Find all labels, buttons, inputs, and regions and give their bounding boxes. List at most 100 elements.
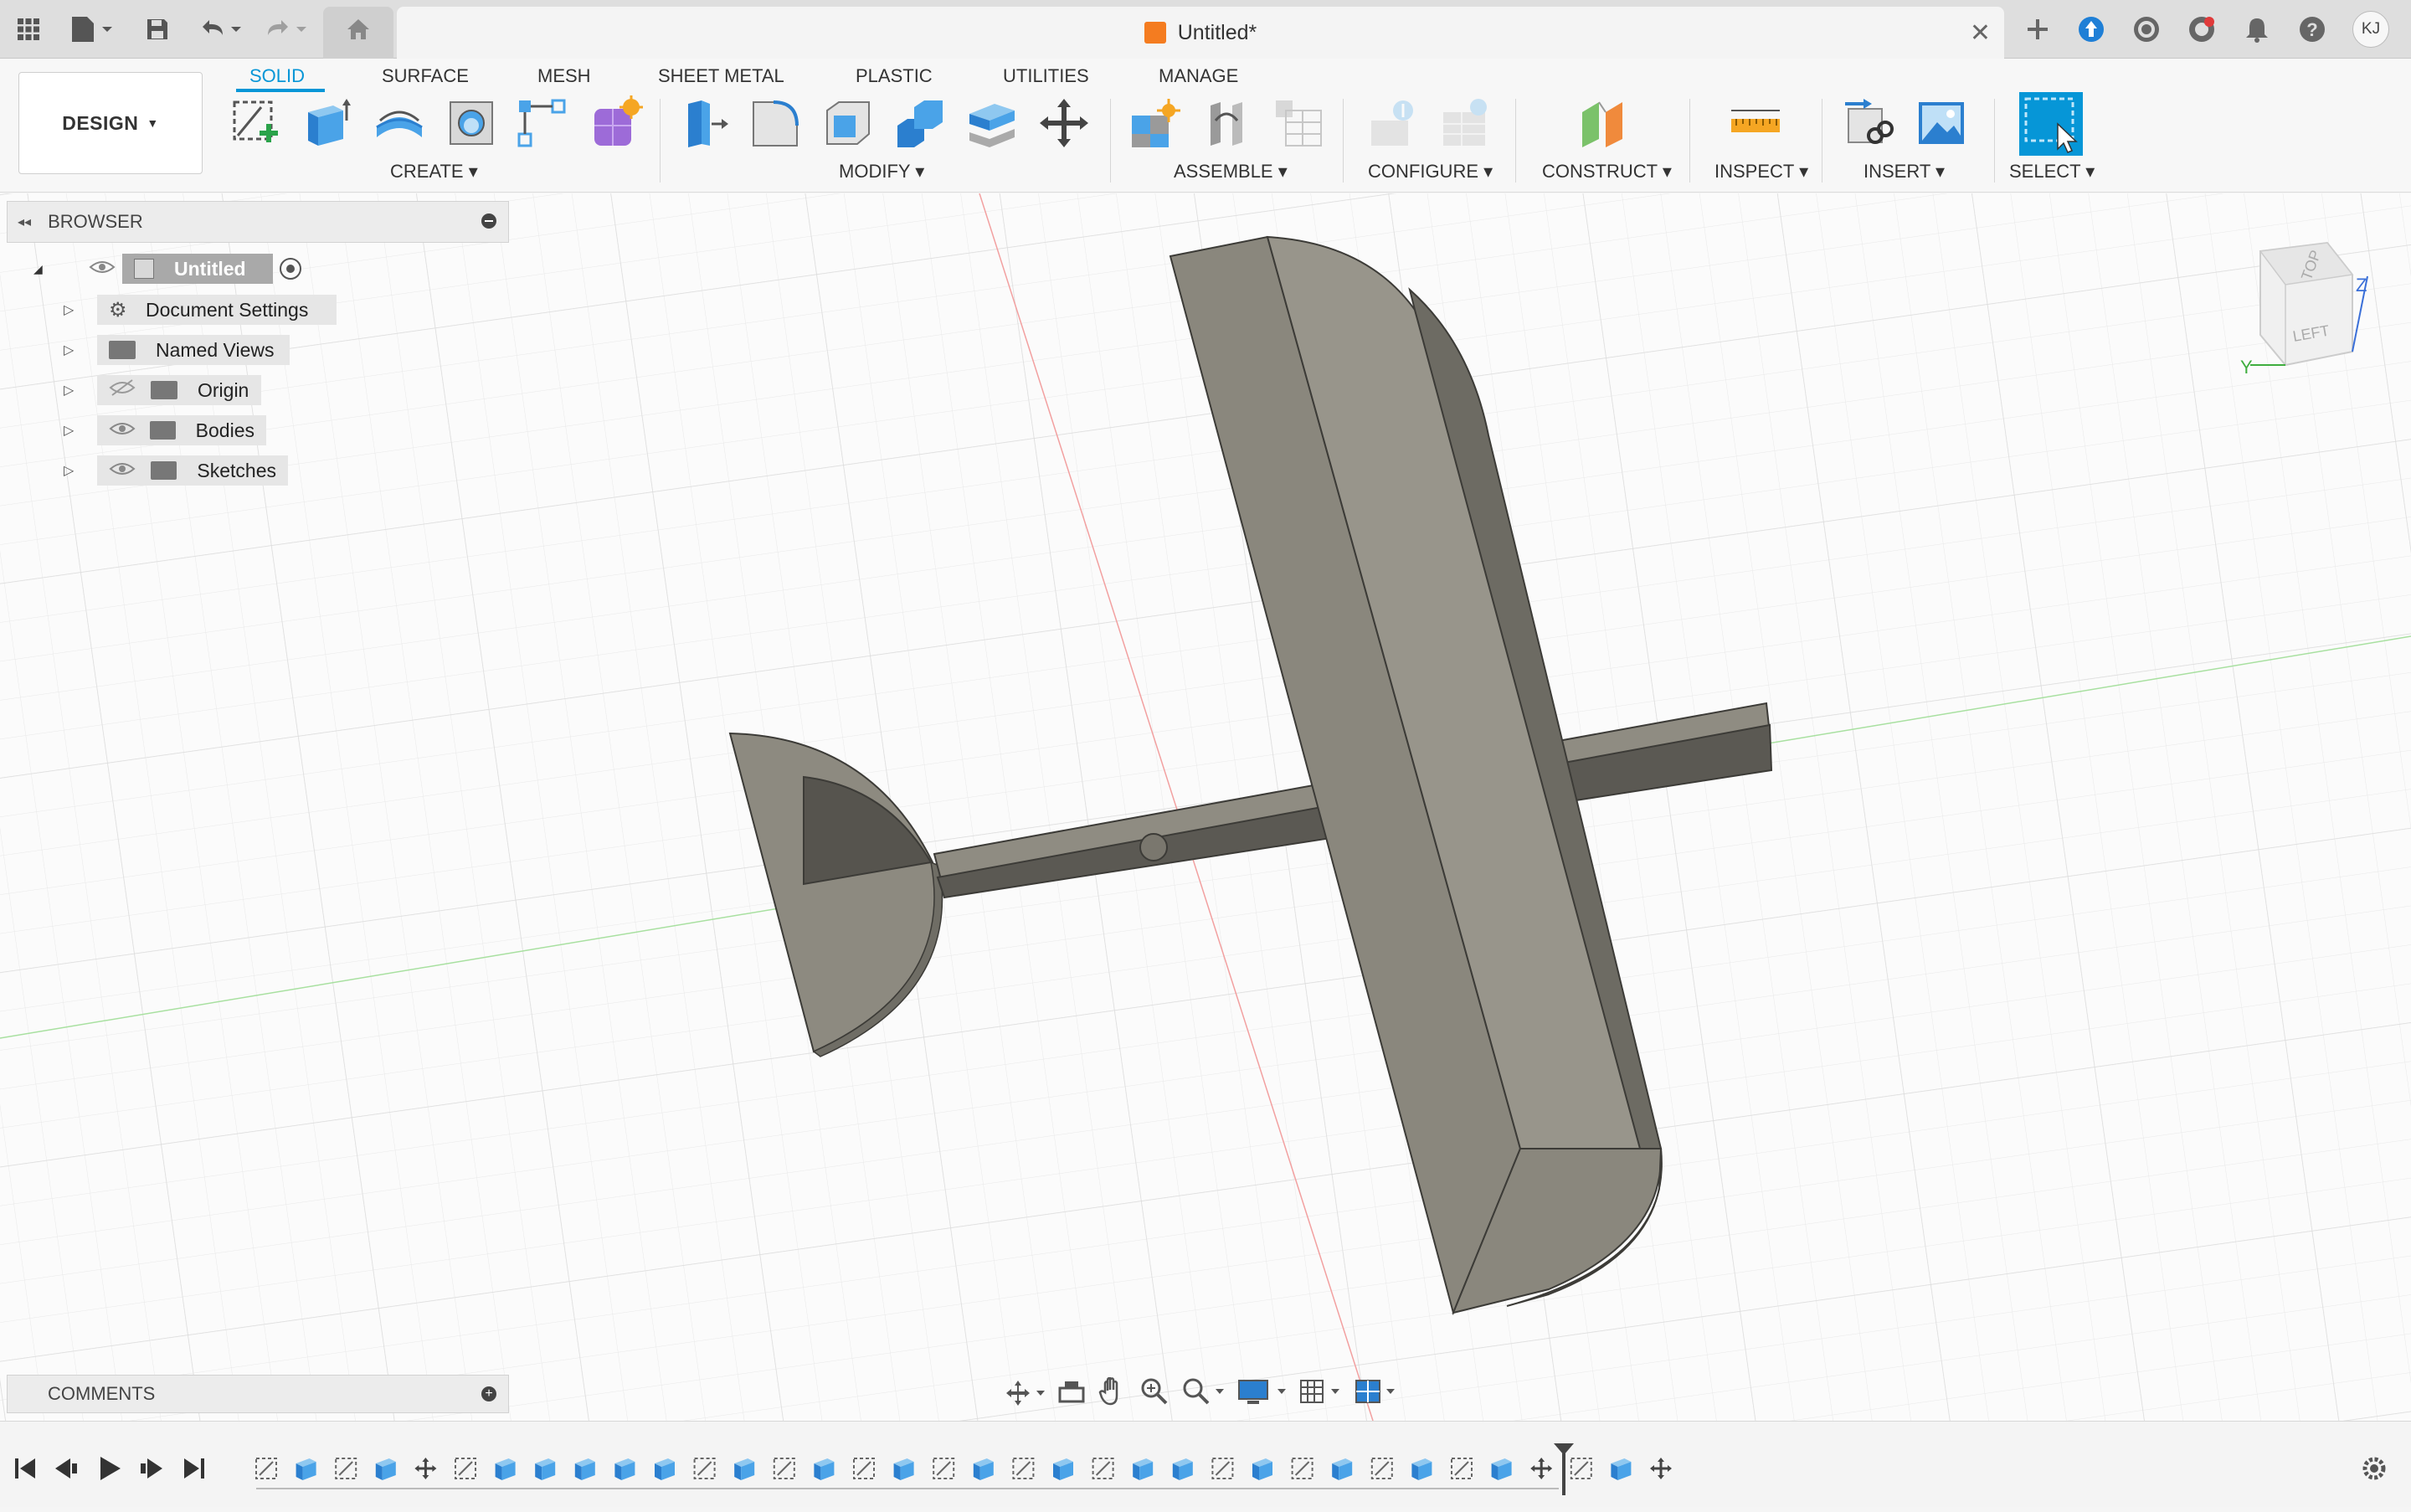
go-to-end-icon[interactable] xyxy=(184,1458,204,1479)
tab-utilities[interactable]: UTILITIES xyxy=(1003,62,1089,90)
revolve-tool[interactable] xyxy=(372,95,427,151)
timeline-feature-extrude-icon[interactable] xyxy=(375,1458,396,1480)
named-views-node[interactable]: Named Views xyxy=(97,335,290,365)
browser-options-icon[interactable] xyxy=(481,213,496,229)
timeline-feature-sketch-icon[interactable] xyxy=(853,1458,875,1479)
document-tab[interactable]: Untitled* ✕ xyxy=(397,7,2004,59)
measure-tool[interactable] xyxy=(1728,95,1783,151)
timeline-feature-sketch-icon[interactable] xyxy=(693,1458,716,1479)
app-grid-icon[interactable] xyxy=(12,12,45,47)
bill-of-materials-tool[interactable] xyxy=(1271,95,1326,151)
home-tab[interactable] xyxy=(323,7,393,59)
redo-icon[interactable] xyxy=(261,12,311,47)
notifications-center-icon[interactable] xyxy=(2183,12,2220,47)
new-tab-icon[interactable] xyxy=(2019,12,2056,47)
timeline-marker-icon[interactable] xyxy=(1554,1443,1574,1495)
eye-icon[interactable] xyxy=(89,258,122,280)
display-settings-icon[interactable] xyxy=(1237,1377,1294,1410)
configure-tool-1[interactable] xyxy=(1365,95,1420,151)
timeline-feature-move-icon[interactable] xyxy=(1530,1458,1553,1479)
insert-canvas-tool[interactable] xyxy=(1914,95,1969,151)
timeline-feature-extrude-icon[interactable] xyxy=(535,1458,556,1480)
user-avatar[interactable]: KJ xyxy=(2351,11,2391,48)
joint-tool[interactable] xyxy=(1199,95,1254,151)
configure-tool-2[interactable] xyxy=(1437,95,1492,151)
tree-collapsed-icon[interactable]: ▷ xyxy=(64,422,97,439)
tab-manage[interactable]: MANAGE xyxy=(1159,62,1238,90)
timeline-feature-sketch-icon[interactable] xyxy=(1451,1458,1473,1479)
eye-icon[interactable] xyxy=(109,419,138,442)
insert-derive-tool[interactable] xyxy=(1842,95,1897,151)
press-pull-tool[interactable] xyxy=(676,95,732,151)
extrude-tool[interactable] xyxy=(300,95,355,151)
timeline-feature-move-icon[interactable] xyxy=(414,1458,437,1479)
pattern-tool[interactable] xyxy=(516,95,571,151)
origin-point-icon[interactable] xyxy=(1139,833,1168,861)
timeline-feature-extrude-icon[interactable] xyxy=(814,1458,835,1480)
step-back-icon[interactable] xyxy=(55,1458,77,1479)
timeline-feature-extrude-icon[interactable] xyxy=(973,1458,994,1480)
timeline-feature-move-icon[interactable] xyxy=(1650,1458,1672,1479)
play-icon[interactable] xyxy=(100,1457,121,1480)
step-forward-icon[interactable] xyxy=(141,1458,162,1479)
assemble-menu[interactable]: ASSEMBLE ▾ xyxy=(1174,161,1288,183)
inspect-menu[interactable]: INSPECT ▾ xyxy=(1714,161,1808,183)
move-copy-tool[interactable] xyxy=(1036,95,1092,151)
eye-icon[interactable] xyxy=(109,460,139,482)
tab-solid[interactable]: SOLID xyxy=(249,62,305,90)
browser-root-row[interactable]: ◢ Untitled xyxy=(33,252,301,285)
timeline-feature-sketch-icon[interactable] xyxy=(1211,1458,1234,1479)
pan-hand-icon[interactable] xyxy=(1098,1376,1135,1410)
modify-menu[interactable]: MODIFY ▾ xyxy=(839,161,924,183)
viewports-icon[interactable] xyxy=(1355,1377,1405,1410)
hole-tool[interactable] xyxy=(444,95,499,151)
workspace-switcher-button[interactable]: DESIGN ▼ xyxy=(18,72,203,174)
tab-plastic[interactable]: PLASTIC xyxy=(856,62,933,90)
bell-icon[interactable] xyxy=(2239,12,2275,47)
add-comment-icon[interactable]: + xyxy=(481,1386,496,1401)
eye-hidden-icon[interactable] xyxy=(109,378,139,402)
undo-icon[interactable] xyxy=(196,12,246,47)
timeline-feature-sketch-icon[interactable] xyxy=(335,1458,357,1479)
grid-snaps-icon[interactable] xyxy=(1299,1377,1349,1410)
timeline-feature-extrude-icon[interactable] xyxy=(1411,1458,1432,1480)
collapse-panel-icon[interactable]: ◂◂ xyxy=(18,213,31,230)
offset-face-tool[interactable] xyxy=(964,95,1020,151)
browser-item-origin[interactable]: ▷ Origin xyxy=(64,373,261,407)
orbit-icon[interactable] xyxy=(1005,1379,1051,1407)
timeline-feature-extrude-icon[interactable] xyxy=(655,1458,675,1480)
timeline-feature-extrude-icon[interactable] xyxy=(1611,1458,1632,1480)
origin-node[interactable]: Origin xyxy=(97,375,261,405)
timeline-feature-sketch-icon[interactable] xyxy=(773,1458,795,1479)
save-icon[interactable] xyxy=(141,12,174,47)
help-icon[interactable]: ? xyxy=(2294,12,2331,47)
look-at-icon[interactable] xyxy=(1056,1378,1093,1409)
extensions-icon[interactable] xyxy=(2073,12,2110,47)
select-menu[interactable]: SELECT ▾ xyxy=(2009,161,2095,183)
root-component[interactable]: Untitled xyxy=(122,254,273,284)
timeline-feature-sketch-icon[interactable] xyxy=(1092,1458,1114,1479)
browser-panel-header[interactable]: ◂◂ BROWSER xyxy=(7,201,509,243)
comments-panel-header[interactable]: COMMENTS + xyxy=(7,1375,509,1413)
activate-radio-icon[interactable] xyxy=(280,258,301,280)
tree-collapsed-icon[interactable]: ▷ xyxy=(64,382,97,399)
timeline-feature-extrude-icon[interactable] xyxy=(296,1458,316,1480)
new-component-tool[interactable] xyxy=(1127,95,1182,151)
timeline-settings-gear-icon[interactable] xyxy=(2362,1457,2386,1480)
close-tab-icon[interactable]: ✕ xyxy=(1970,18,1991,48)
tree-collapsed-icon[interactable]: ▷ xyxy=(64,301,97,318)
browser-item-sketches[interactable]: ▷ Sketches xyxy=(64,454,288,487)
tree-collapsed-icon[interactable]: ▷ xyxy=(64,342,97,358)
create-menu[interactable]: CREATE ▾ xyxy=(390,161,478,183)
tree-expanded-icon[interactable]: ◢ xyxy=(33,262,55,276)
timeline-feature-sketch-icon[interactable] xyxy=(255,1458,277,1479)
timeline-feature-sketch-icon[interactable] xyxy=(1370,1458,1393,1479)
timeline-feature-extrude-icon[interactable] xyxy=(893,1458,914,1480)
browser-item-named-views[interactable]: ▷ Named Views xyxy=(64,333,290,367)
timeline-feature-extrude-icon[interactable] xyxy=(1491,1458,1512,1480)
timeline-feature-extrude-icon[interactable] xyxy=(574,1458,595,1480)
insert-menu[interactable]: INSERT ▾ xyxy=(1864,161,1945,183)
timeline-feature-extrude-icon[interactable] xyxy=(1133,1458,1154,1480)
timeline-feature-extrude-icon[interactable] xyxy=(1053,1458,1073,1480)
timeline-feature-sketch-icon[interactable] xyxy=(1291,1458,1313,1479)
